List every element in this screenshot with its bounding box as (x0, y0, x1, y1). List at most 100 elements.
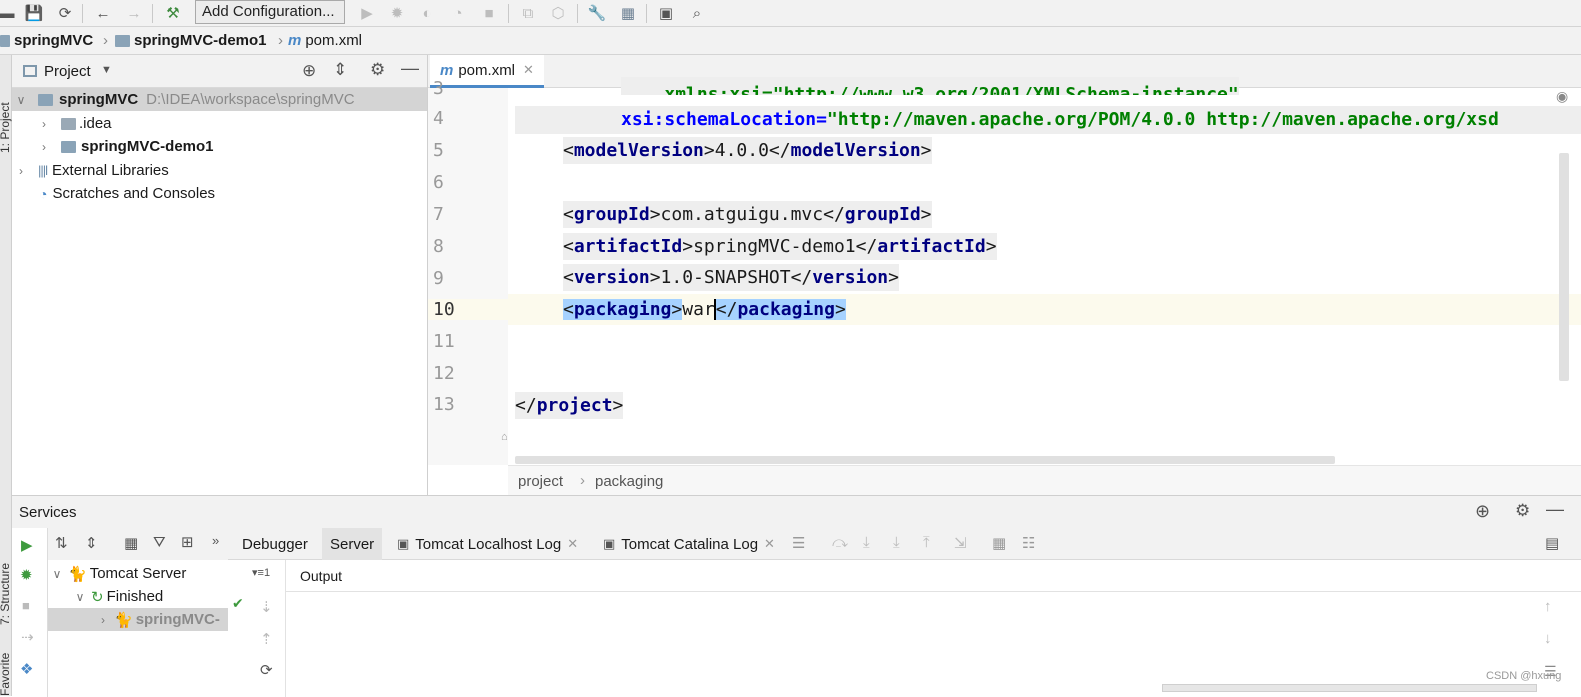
locate-file-icon[interactable]: ⊕ (302, 61, 316, 81)
tree-item-external-libraries[interactable]: › |||l External Libraries (12, 159, 427, 182)
tree-item-scratches[interactable]: ◔ Scratches and Consoles (12, 182, 427, 205)
chevron-down-icon[interactable]: ∨ (14, 93, 28, 107)
step-into-icon[interactable]: ⤓ (863, 534, 870, 551)
build-hammer-icon[interactable]: ⚒ (162, 3, 184, 23)
code-line-7[interactable]: <groupId>com.atguigu.mvc</groupId> (563, 201, 932, 228)
filter-icon[interactable]: ⛛ (153, 534, 166, 551)
scroll-down-icon[interactable]: ↓ (1544, 630, 1552, 647)
code-line-8[interactable]: <artifactId>springMVC-demo1</artifactId> (563, 233, 997, 260)
step-out-icon[interactable]: ⤒ (923, 534, 930, 551)
list-icon[interactable]: ☰ (792, 534, 805, 552)
chevron-right-icon[interactable]: › (14, 164, 28, 178)
evaluate-icon[interactable]: ▦ (992, 534, 1006, 552)
run-to-cursor-icon[interactable]: ⇲ (954, 534, 967, 552)
debug-icon[interactable]: ✹ (386, 3, 408, 23)
breadcrumb-packaging[interactable]: packaging (595, 473, 663, 490)
run-icon[interactable]: ▶ (356, 3, 378, 23)
expand-all-icon[interactable]: ⇅ (55, 534, 68, 552)
crumb-pom-xml[interactable]: m pom.xml (288, 32, 362, 49)
gear-icon[interactable]: ⚙ (370, 60, 385, 80)
layout-icon[interactable]: ▤ (1545, 534, 1559, 552)
tree-item-springmvc-artifact[interactable]: › 🐈 springMVC- (48, 608, 228, 631)
attach-debugger-icon[interactable]: ⧉ (517, 3, 539, 23)
project-view-selector[interactable]: Project (44, 63, 91, 80)
add-service-icon[interactable]: ⊞ (181, 533, 194, 551)
horizontal-scrollbar[interactable] (515, 456, 1335, 464)
tree-item-finished[interactable]: ∨ ↻ Finished (48, 585, 228, 608)
structure-tool-tab[interactable]: 7: Structure (0, 535, 12, 625)
stop-icon[interactable]: ■ (22, 598, 30, 613)
rerun-icon[interactable]: ⇣ (260, 598, 273, 616)
breadcrumb-project[interactable]: project (518, 473, 563, 490)
redeploy-icon[interactable]: ⇢ (21, 628, 34, 646)
eye-icon[interactable]: ◉ (1556, 88, 1568, 105)
favorites-tool-tab[interactable]: Favorites (0, 653, 12, 696)
force-step-into-icon[interactable]: ⤓ (893, 534, 900, 551)
chevron-down-icon[interactable]: ∨ (73, 590, 87, 604)
back-icon[interactable]: ← (92, 3, 114, 23)
close-icon[interactable]: ✕ (567, 536, 578, 552)
tab-tomcat-catalina-log[interactable]: ▣ Tomcat Catalina Log ✕ (595, 528, 783, 560)
hide-panel-icon[interactable]: — (401, 58, 419, 79)
tab-server[interactable]: Server (322, 528, 383, 560)
collapse-all-icon[interactable]: ⇕ (333, 60, 347, 80)
chevron-right-icon[interactable]: › (96, 613, 110, 627)
project-tool-tab[interactable]: 1: Project (0, 63, 12, 153)
tab-tomcat-localhost-log[interactable]: ▣ Tomcat Localhost Log ✕ (389, 528, 586, 560)
vertical-scrollbar[interactable] (1559, 153, 1569, 381)
code-line-10[interactable]: <packaging>war</packaging> (563, 296, 846, 323)
update-running-app-icon[interactable]: ⬡ (547, 3, 569, 23)
tree-item-springmvc[interactable]: ∨ springMVC D:\IDEA\workspace\springMVC (12, 88, 427, 111)
close-icon[interactable]: ✕ (764, 536, 775, 552)
tree-item-tomcat-server[interactable]: ∨ 🐈 Tomcat Server (48, 562, 228, 585)
code-line-4[interactable]: xsi:schemaLocation="http://maven.apache.… (515, 106, 1581, 134)
wrench-settings-icon[interactable]: 🔧 (586, 3, 608, 23)
more-icon[interactable]: » (212, 533, 219, 548)
chevron-right-icon[interactable]: › (37, 117, 51, 131)
stop-icon[interactable]: ■ (478, 3, 500, 23)
tab-debugger[interactable]: Debugger (234, 528, 316, 560)
debug-icon[interactable]: ✹ (20, 566, 33, 584)
run-with-coverage-icon[interactable]: ◐ (416, 3, 438, 23)
horizontal-scrollbar[interactable] (1162, 684, 1537, 692)
code-line-9[interactable]: <version>1.0-SNAPSHOT</version> (563, 264, 899, 291)
locate-icon[interactable]: ⊕ (1475, 501, 1490, 522)
collapse-all-icon[interactable]: ⇕ (85, 534, 98, 552)
run-icon[interactable]: ▶ (21, 536, 33, 554)
folder-open-icon[interactable]: ▬ (0, 3, 15, 23)
code-line-3[interactable]: xmlns:xsi="http://www.w3.org/2001/XMLSch… (621, 77, 1239, 95)
forward-icon[interactable]: → (123, 3, 145, 23)
step-over-icon[interactable]: ⤼ (832, 534, 848, 551)
module-folder-icon (61, 140, 76, 153)
refresh-icon[interactable]: ⟳ (260, 661, 273, 679)
trace-icon[interactable]: ☷ (1022, 534, 1035, 552)
chevron-down-icon[interactable]: ∨ (50, 567, 64, 581)
libraries-icon: |||l (38, 163, 48, 178)
deploy-icon[interactable]: ❖ (20, 660, 33, 678)
sort-icon[interactable]: ▾≡1 (252, 566, 270, 579)
project-structure-icon[interactable]: ▦ (617, 3, 639, 23)
chevron-down-icon[interactable]: ▼ (101, 64, 112, 76)
chevron-right-icon[interactable]: › (37, 140, 51, 154)
tree-item-idea[interactable]: › .idea (12, 112, 427, 135)
terminal-icon[interactable]: ▣ (655, 3, 677, 23)
close-icon[interactable]: ✕ (523, 62, 534, 78)
output-label: Output (300, 568, 343, 584)
scroll-up-icon[interactable]: ↑ (1544, 598, 1552, 615)
gear-icon[interactable]: ⚙ (1515, 501, 1530, 521)
save-all-icon[interactable]: 💾 (23, 3, 45, 23)
code-line-13[interactable]: </project> (515, 392, 624, 419)
code-line-5[interactable]: <modelVersion>4.0.0</modelVersion> (563, 137, 932, 164)
module-folder-icon (38, 93, 53, 106)
fold-marker-icon[interactable]: ⌂ (501, 431, 508, 443)
hide-panel-icon[interactable]: — (1546, 499, 1564, 520)
group-by-icon[interactable]: ▦ (124, 534, 138, 552)
crumb-springmvc[interactable]: springMVC (0, 32, 93, 49)
add-configuration-button[interactable]: Add Configuration... (195, 0, 345, 24)
crumb-springmvc-demo1[interactable]: springMVC-demo1 (115, 32, 267, 49)
tree-item-springmvc-demo1[interactable]: › springMVC-demo1 (12, 135, 427, 158)
synchronize-icon[interactable]: ⟳ (54, 3, 76, 23)
profile-icon[interactable]: ◔ (447, 3, 469, 23)
redeploy-icon[interactable]: ⇡ (260, 630, 273, 648)
search-icon[interactable]: ⌕ (686, 3, 708, 23)
